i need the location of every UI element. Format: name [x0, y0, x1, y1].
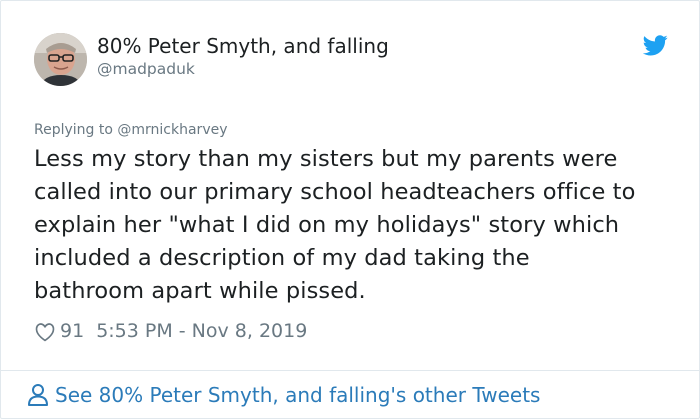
- footer-divider: [1, 370, 700, 371]
- tweet-text-line: explain her "what I did on my holidays" …: [34, 212, 620, 238]
- tweet-card: 80% Peter Smyth, and falling @madpaduk R…: [0, 0, 700, 419]
- author-handle[interactable]: @madpaduk: [97, 59, 195, 79]
- twitter-bird-icon[interactable]: [642, 35, 668, 56]
- author-display-name[interactable]: 80% Peter Smyth, and falling: [97, 33, 389, 59]
- replying-to-label: Replying to: [34, 122, 113, 138]
- person-icon: [28, 384, 48, 406]
- heart-icon[interactable]: [34, 321, 56, 343]
- see-other-tweets-link[interactable]: See 80% Peter Smyth, and falling's other…: [27, 381, 540, 409]
- see-other-tweets-label[interactable]: See 80% Peter Smyth, and falling's other…: [55, 383, 540, 407]
- tweet-meta: 91 5:53 PM - Nov 8, 2019: [34, 317, 307, 345]
- like-count[interactable]: 91: [60, 320, 84, 342]
- tweet-text-line: Less my story than my sisters but my par…: [34, 146, 618, 172]
- avatar-photo: [34, 33, 87, 86]
- tweet-text-line: included a description of my dad taking …: [34, 245, 530, 271]
- tweet-text: Less my story than my sisters but my par…: [34, 143, 684, 308]
- avatar[interactable]: [34, 33, 87, 86]
- tweet-text-line: called into our primary school headteach…: [34, 179, 636, 205]
- tweet-timestamp[interactable]: 5:53 PM - Nov 8, 2019: [96, 320, 307, 342]
- tweet-text-line: bathroom apart while pissed.: [34, 278, 366, 304]
- replying-to: Replying to @mrnickharvey: [34, 121, 228, 139]
- reply-mention-link[interactable]: @mrnickharvey: [117, 122, 227, 138]
